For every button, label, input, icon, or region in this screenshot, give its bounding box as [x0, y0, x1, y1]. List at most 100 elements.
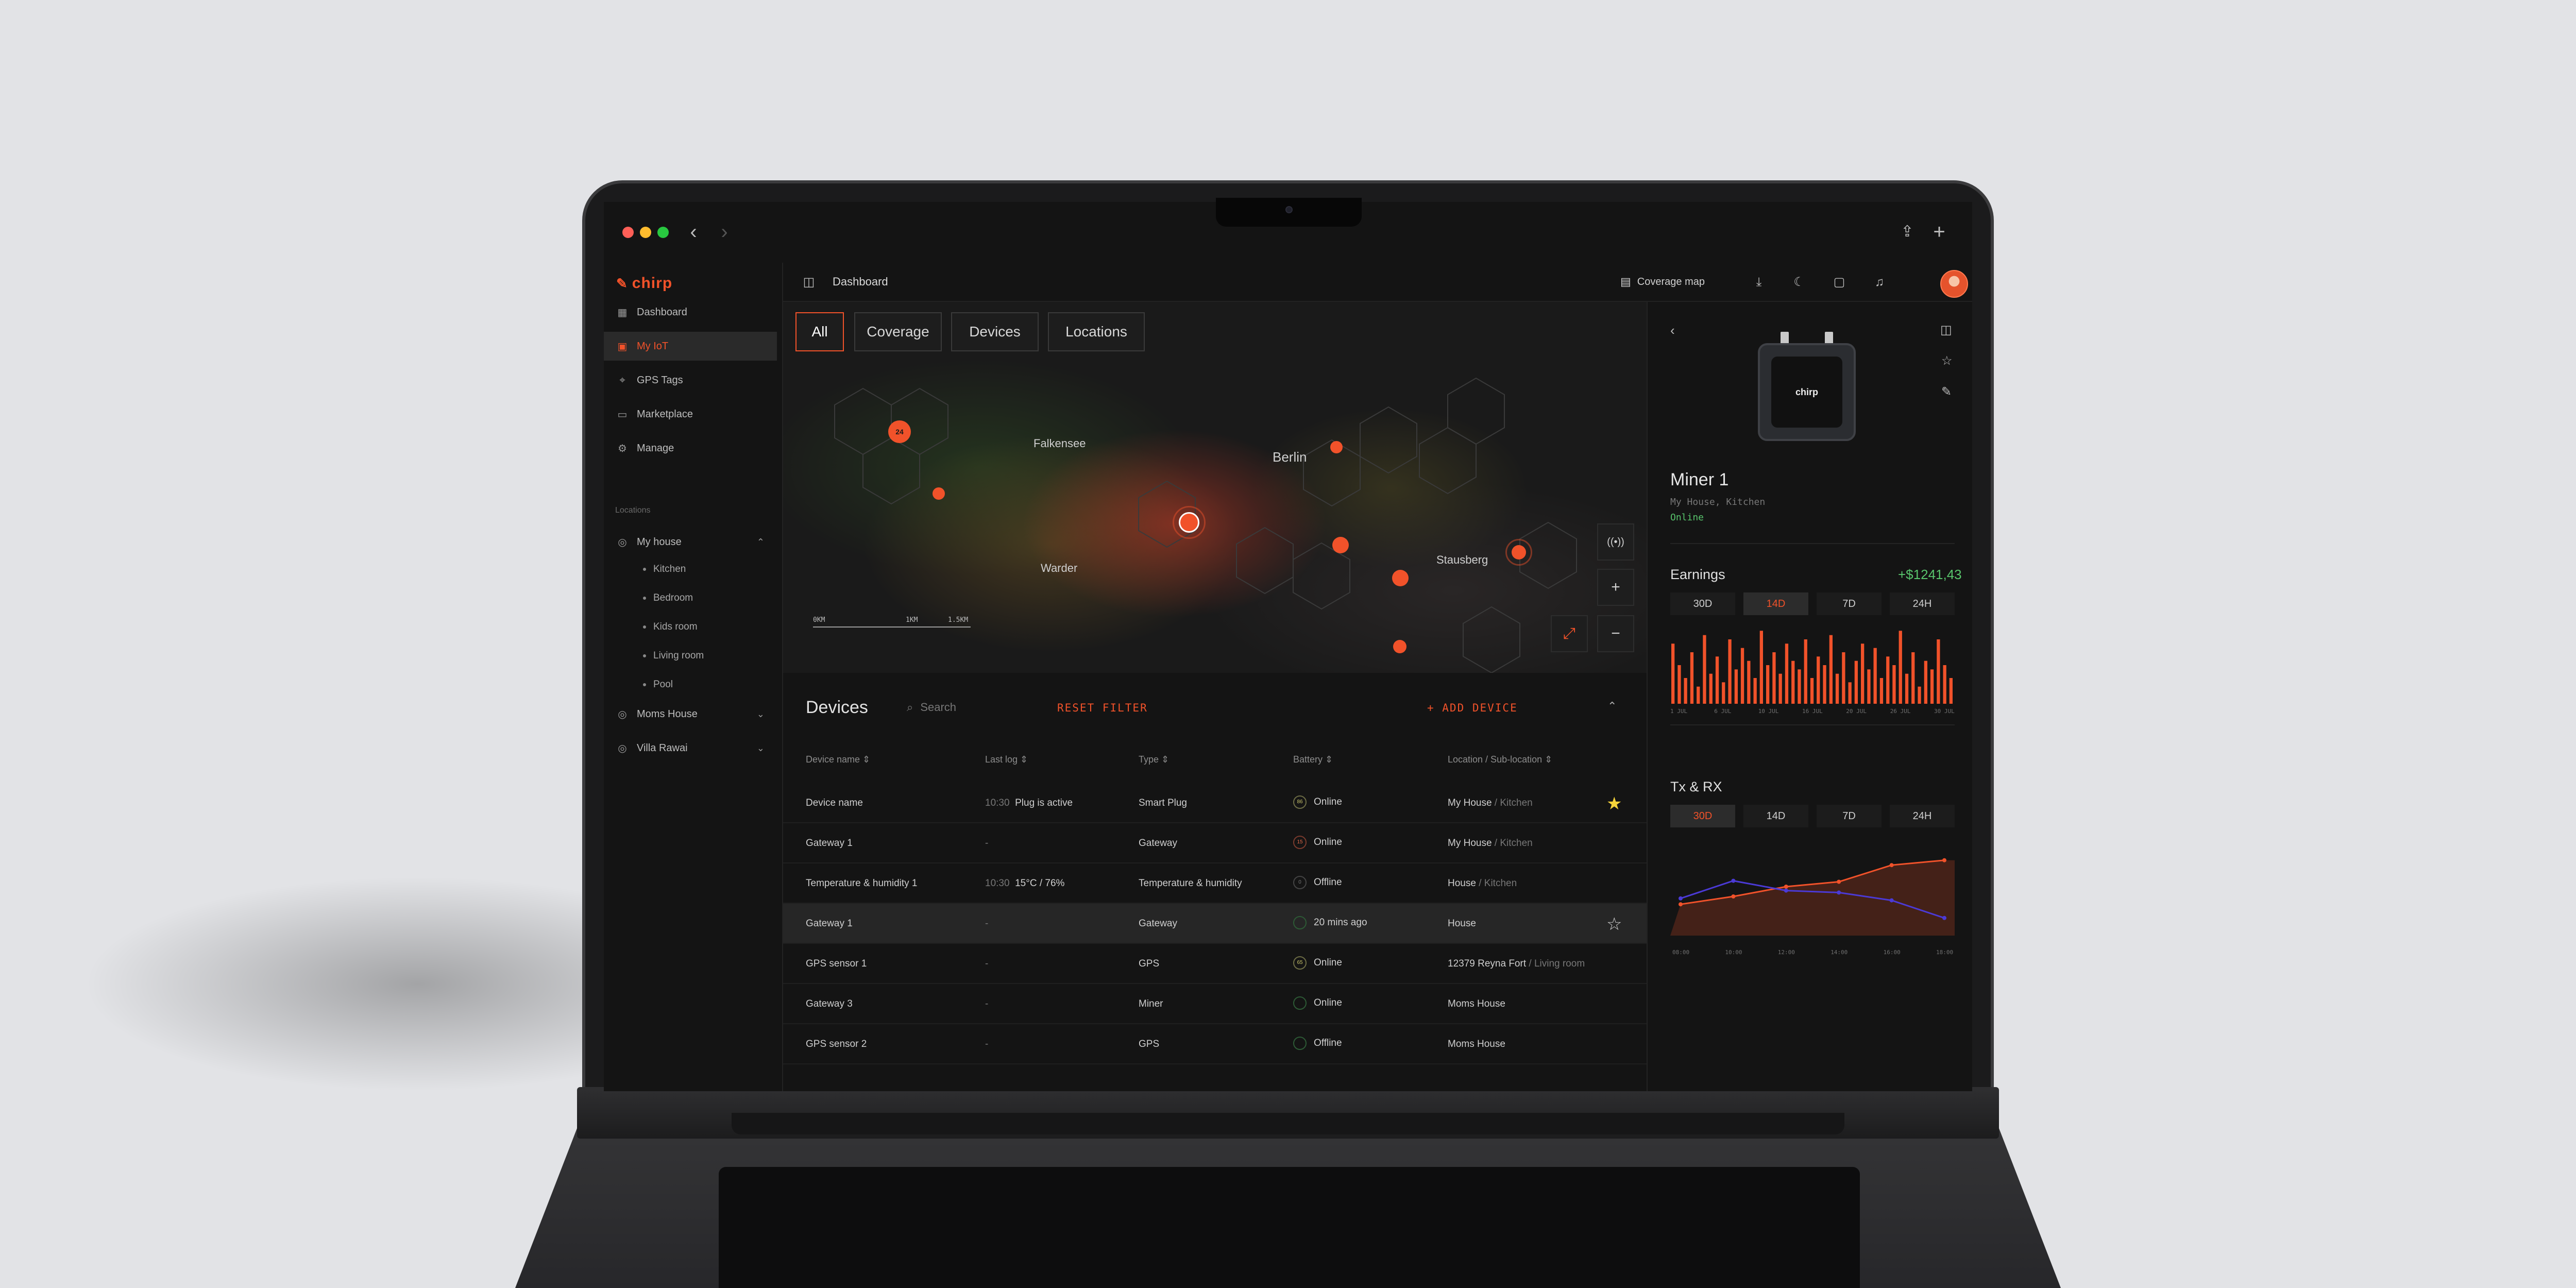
back-arrow-icon[interactable]: ‹	[1670, 323, 1675, 338]
star-outline-icon[interactable]: ☆	[1606, 914, 1622, 935]
map-device-pin[interactable]	[1392, 570, 1409, 586]
table-row[interactable]: Temperature & humidity 1 10:30 15°C / 76%…	[783, 863, 1647, 904]
map-cluster-pin[interactable]: 24	[888, 420, 911, 443]
last-log-cell: -	[985, 998, 994, 1010]
chevron-down-icon[interactable]: ⌄	[757, 743, 765, 754]
earnings-bar	[1740, 648, 1744, 704]
column-header-last-log[interactable]: Last log ⇕	[985, 754, 1028, 765]
map-device-pin[interactable]	[1330, 441, 1343, 453]
zoom-in-button[interactable]: +	[1597, 569, 1634, 606]
zoom-out-button[interactable]: −	[1597, 615, 1634, 652]
sub-location-kitchen[interactable]: Kitchen	[643, 564, 686, 575]
sidebar-item-my-iot[interactable]: ▣ My IoT	[604, 332, 777, 361]
maximize-window-button[interactable]	[657, 227, 669, 238]
table-row[interactable]: GPS sensor 1 - GPS 65 Online 12379 Reyna For…	[783, 944, 1647, 984]
table-row[interactable]: Device name 10:30 Plug is active Smart Plu…	[783, 783, 1647, 823]
column-header-type[interactable]: Type ⇕	[1139, 754, 1169, 765]
column-header-battery[interactable]: Battery ⇕	[1293, 754, 1333, 765]
devices-search[interactable]: ⌕ Search	[907, 701, 956, 714]
filter-tab-devices[interactable]: Devices	[951, 312, 1039, 351]
sub-location-living-room[interactable]: Living room	[643, 650, 704, 662]
earnings-bar	[1747, 660, 1751, 704]
filter-tab-locations[interactable]: Locations	[1048, 312, 1145, 351]
edit-icon[interactable]: ✎	[1941, 384, 1952, 399]
sidebar-toggle-icon[interactable]: ◫	[799, 272, 819, 293]
back-arrow-icon[interactable]: ‹	[681, 219, 706, 244]
map-device-pin[interactable]	[933, 487, 945, 500]
location-my-house[interactable]: ◎ My house ⌃	[604, 528, 777, 556]
earnings-bar	[1677, 665, 1681, 704]
sidebar-item-manage[interactable]: ⚙ Manage	[604, 434, 777, 463]
table-row[interactable]: GPS sensor 2 - GPS Offline Moms House	[783, 1024, 1647, 1064]
earnings-tab-30d[interactable]: 30D	[1670, 592, 1735, 615]
txrx-tab-7d[interactable]: 7D	[1817, 805, 1882, 827]
top-header: ◫ Dashboard ▤ Coverage map ⤓ ☾ ▢ ♫	[783, 263, 1972, 302]
download-icon[interactable]: ⤓	[1749, 272, 1769, 293]
earnings-tick-label: 10 JUL	[1758, 708, 1779, 714]
location-moms-house[interactable]: ◎ Moms House ⌄	[604, 700, 777, 728]
close-window-button[interactable]	[622, 227, 634, 238]
share-icon[interactable]: ⇪	[1895, 219, 1920, 244]
last-log-cell: -	[985, 838, 994, 849]
reset-filter-button[interactable]: RESET FILTER	[1057, 702, 1148, 714]
bullet-icon	[643, 683, 646, 686]
coverage-map[interactable]: All Coverage Devices Locations Falkensee…	[783, 302, 1647, 673]
type-cell: Smart Plug	[1139, 798, 1187, 808]
panel-toggle-icon[interactable]: ◫	[1940, 323, 1952, 337]
wallet-icon[interactable]: ▢	[1829, 272, 1850, 293]
filter-tab-all[interactable]: All	[795, 312, 844, 351]
earnings-bar	[1778, 673, 1782, 704]
sidebar-item-gps-tags[interactable]: ⌖ GPS Tags	[604, 366, 777, 395]
expand-icon[interactable]: ⤢	[1551, 615, 1588, 652]
sidebar-item-marketplace[interactable]: ▭ Marketplace	[604, 400, 777, 429]
status-text: Online	[1314, 957, 1342, 969]
forward-arrow-icon[interactable]: ›	[712, 219, 737, 244]
column-header-location[interactable]: Location / Sub-location ⇕	[1448, 754, 1552, 765]
table-row[interactable]: Gateway 1 - Gateway 15 Online My House / Kit…	[783, 823, 1647, 863]
map-device-pin[interactable]	[1332, 537, 1349, 553]
chevron-up-icon[interactable]: ⌃	[757, 537, 765, 548]
sub-location-label: Kitchen	[653, 564, 686, 574]
star-icon[interactable]: ☆	[1941, 353, 1953, 368]
coverage-map-link[interactable]: ▤ Coverage map	[1620, 275, 1705, 289]
location-villa-rawai[interactable]: ◎ Villa Rawai ⌄	[604, 734, 777, 762]
add-device-button[interactable]: + ADD DEVICE	[1427, 702, 1518, 714]
moon-icon[interactable]: ☾	[1789, 272, 1809, 293]
gear-icon: ⚙	[618, 443, 627, 454]
txrx-tab-30d[interactable]: 30D	[1670, 805, 1735, 827]
brand-logo[interactable]: ✎ chirp	[616, 273, 672, 294]
device-detail-panel: ‹ ◫ ☆ ✎ chirp Miner 1 My House, Kitchen …	[1647, 302, 1972, 1091]
bell-icon[interactable]: ♫	[1869, 272, 1890, 293]
map-selected-pin[interactable]	[1179, 512, 1199, 533]
map-device-pin[interactable]	[1512, 545, 1526, 560]
tx-point	[1731, 894, 1736, 899]
sub-location-bedroom[interactable]: Bedroom	[643, 592, 693, 604]
star-filled-icon[interactable]: ★	[1606, 793, 1622, 814]
map-device-pin[interactable]	[1393, 640, 1406, 653]
sub-location-kids-room[interactable]: Kids room	[643, 621, 698, 633]
earnings-tab-24h[interactable]: 24H	[1890, 592, 1955, 615]
chevron-down-icon[interactable]: ⌄	[757, 709, 765, 720]
earnings-bar	[1905, 673, 1909, 704]
sidebar-item-dashboard[interactable]: ▦ Dashboard	[604, 298, 777, 327]
screen: ‹ › ⇪ + ✎ chirp ▦ Dashboard ▣ My IoT ⌖ G…	[604, 202, 1972, 1091]
earnings-tab-7d[interactable]: 7D	[1817, 592, 1882, 615]
earnings-title: Earnings	[1670, 567, 1725, 582]
avatar[interactable]	[1940, 270, 1968, 298]
battery-icon: 65	[1293, 956, 1307, 970]
battery-icon	[1293, 916, 1307, 929]
table-row[interactable]: Gateway 1 - Gateway 20 mins ago House ☆	[783, 904, 1647, 944]
txrx-tab-24h[interactable]: 24H	[1890, 805, 1955, 827]
sub-location-pool[interactable]: Pool	[643, 679, 673, 690]
minimize-window-button[interactable]	[640, 227, 651, 238]
chevron-up-icon[interactable]: ⌃	[1607, 700, 1617, 713]
filter-tab-coverage[interactable]: Coverage	[854, 312, 942, 351]
search-placeholder: Search	[920, 701, 957, 714]
txrx-tab-14d[interactable]: 14D	[1743, 805, 1808, 827]
signal-icon[interactable]: ((•))	[1597, 523, 1634, 561]
column-header-device-name[interactable]: Device name ⇕	[806, 754, 870, 765]
table-row[interactable]: Gateway 3 - Miner Online Moms House	[783, 984, 1647, 1024]
plus-icon[interactable]: +	[1927, 219, 1952, 244]
earnings-tab-14d[interactable]: 14D	[1743, 592, 1808, 615]
earnings-bar	[1930, 669, 1934, 704]
